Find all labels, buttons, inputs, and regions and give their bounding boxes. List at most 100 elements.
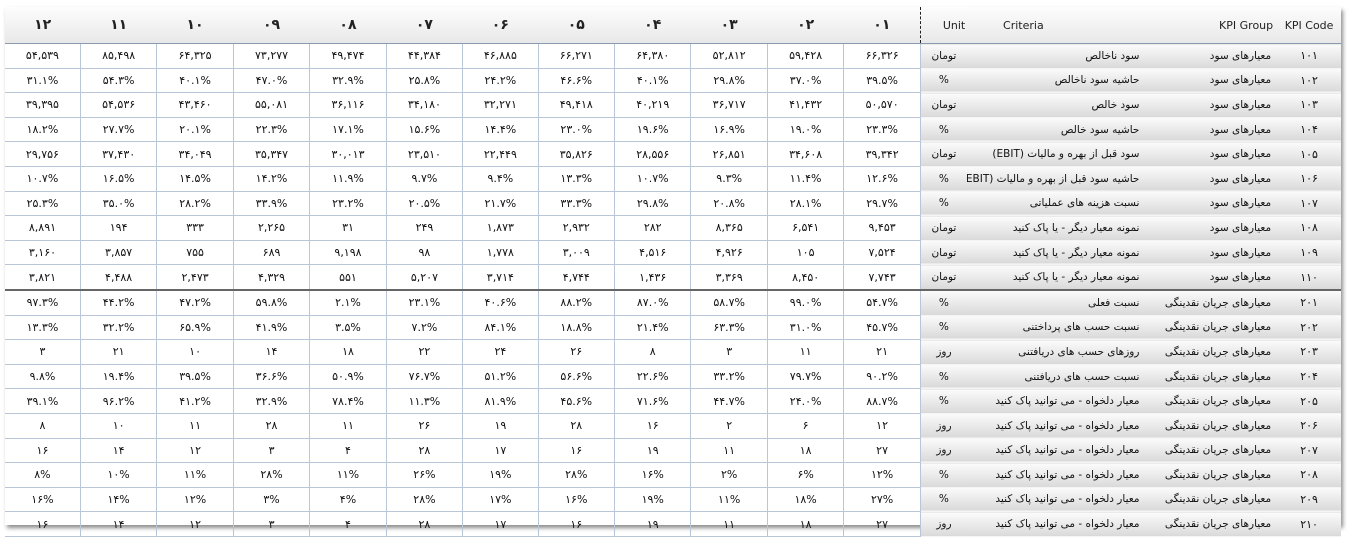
period-header[interactable]: ۱۰ xyxy=(156,7,234,44)
value-cell[interactable]: ۲۰.۸% xyxy=(690,191,768,217)
value-cell[interactable]: ۲۸ xyxy=(538,413,616,439)
value-cell[interactable]: ۶ xyxy=(767,413,845,439)
kpi-code-cell[interactable]: ۱۰۹ xyxy=(1277,240,1341,266)
value-cell[interactable]: ۱۶% xyxy=(5,487,81,513)
unit-cell[interactable]: تومان xyxy=(919,240,968,266)
value-cell[interactable]: ۶۳.۳% xyxy=(690,315,768,341)
value-cell[interactable]: ۱۶% xyxy=(614,462,692,488)
period-header[interactable]: ۱۲ xyxy=(5,7,81,44)
value-cell[interactable]: ۳۷,۴۳۰ xyxy=(80,141,158,167)
criteria-cell[interactable]: روزهای حسب های دریافتنی xyxy=(967,339,1146,365)
kpi-code-cell[interactable]: ۲۰۶ xyxy=(1277,413,1341,439)
value-cell[interactable]: ۵۴.۷% xyxy=(843,289,921,316)
value-cell[interactable]: ۳۳.۳% xyxy=(538,191,616,217)
value-cell[interactable]: ۱۲% xyxy=(843,462,921,488)
value-cell[interactable]: ۲۰.۱% xyxy=(156,117,234,143)
unit-cell[interactable]: % xyxy=(919,364,968,390)
value-cell[interactable]: ۹۰.۲% xyxy=(843,364,921,390)
table-row[interactable]: ۱۶ ۱۴ ۱۲ ۳ ۴ ۲۸ ۱۷ ۱۶ ۱۹ ۱۱ ۱۸ ۲۷ روز معیار دلخواه - … xyxy=(5,438,1341,464)
kpi-group-cell[interactable]: معیارهای سود xyxy=(1145,68,1278,94)
kpi-code-cell[interactable]: ۲۰۷ xyxy=(1277,438,1341,464)
table-row[interactable]: ۳۹,۳۹۵ ۵۴,۵۳۶ ۴۳,۴۶۰ ۵۵,۰۸۱ ۳۶,۱۱۶ ۳۴,۱۸۰ ۳۲,۲… xyxy=(5,92,1341,118)
value-cell[interactable]: ۴۰.۱% xyxy=(156,68,234,94)
table-row[interactable]: ۸ ۱۰ ۱۱ ۲۸ ۱۱ ۲۶ ۱۹ ۲۸ ۱۶ ۲ ۶ ۱۲ روز معیار دلخواه - م… xyxy=(5,413,1341,439)
unit-cell[interactable]: % xyxy=(919,487,968,513)
table-row[interactable]: ۹۷.۳% ۴۴.۲% ۴۷.۲% ۵۹.۸% ۲.۱% ۲۳.۱% ۴۰.۶% ۸۸.۲% ۸… xyxy=(5,289,1341,316)
table-row[interactable]: ۱۰.۷% ۱۶.۵% ۱۴.۵% ۱۴.۲% ۱۱.۹% ۹.۷% ۹.۴% ۱۳.۳% ۱۰… xyxy=(5,166,1341,192)
table-row[interactable]: ۳ ۲۱ ۱۰ ۱۴ ۱۸ ۲۲ ۲۴ ۲۶ ۸ ۳ ۱۱ ۲۱ روز روزهای حسب های د… xyxy=(5,339,1341,365)
kpi-group-cell[interactable]: معیارهای سود xyxy=(1145,92,1278,118)
unit-cell[interactable]: % xyxy=(919,388,968,414)
value-cell[interactable]: ۳۲.۲% xyxy=(80,315,158,341)
criteria-cell[interactable]: حاشیه سود خالص xyxy=(967,117,1146,143)
unit-cell[interactable]: % xyxy=(919,462,968,488)
value-cell[interactable]: ۴۱,۴۳۲ xyxy=(767,92,845,118)
value-cell[interactable]: ۹.۳% xyxy=(690,166,768,192)
value-cell[interactable]: ۲۸ xyxy=(386,511,464,537)
value-cell[interactable]: ۵۱.۲% xyxy=(462,364,539,390)
value-cell[interactable]: ۴۱.۹% xyxy=(233,315,311,341)
unit-cell[interactable]: % xyxy=(919,68,968,94)
value-cell[interactable]: ۳۵,۸۲۶ xyxy=(538,141,616,167)
value-cell[interactable]: ۲۸,۵۵۶ xyxy=(614,141,692,167)
value-cell[interactable]: ۱۱ xyxy=(767,339,845,365)
kpi-code-cell[interactable]: ۱۰۷ xyxy=(1277,191,1341,217)
value-cell[interactable]: ۱۱.۳% xyxy=(386,388,464,414)
kpi-code-cell[interactable]: ۱۰۳ xyxy=(1277,92,1341,118)
unit-cell[interactable]: تومان xyxy=(919,141,968,167)
criteria-column-header[interactable]: Criteria xyxy=(967,7,1146,44)
value-cell[interactable]: ۴ xyxy=(309,438,387,464)
value-cell[interactable]: ۳۷.۰% xyxy=(767,68,845,94)
value-cell[interactable]: ۱۸% xyxy=(767,487,845,513)
value-cell[interactable]: ۳ xyxy=(690,339,768,365)
period-header[interactable]: ۰۷ xyxy=(386,7,463,44)
criteria-cell[interactable]: نسبت حسب های پرداختنی xyxy=(967,315,1146,341)
kpi-code-cell[interactable]: ۲۰۹ xyxy=(1277,487,1341,513)
value-cell[interactable]: ۱۹ xyxy=(614,438,692,464)
value-cell[interactable]: ۴۴,۳۸۴ xyxy=(386,43,464,69)
value-cell[interactable]: ۱۸ xyxy=(767,511,845,537)
value-cell[interactable]: ۴۹,۴۷۴ xyxy=(309,43,387,69)
criteria-cell[interactable]: سود خالص xyxy=(967,92,1146,118)
kpi-group-cell[interactable]: معیارهای سود xyxy=(1145,43,1278,69)
value-cell[interactable]: ۴ xyxy=(309,511,387,537)
value-cell[interactable]: ۴۴.۲% xyxy=(80,289,158,316)
value-cell[interactable]: ۵۲,۸۱۲ xyxy=(690,43,768,69)
value-cell[interactable]: ۱۷ xyxy=(462,438,539,464)
value-cell[interactable]: ۲,۹۳۲ xyxy=(538,215,616,241)
period-header[interactable]: ۰۸ xyxy=(309,7,387,44)
table-row[interactable]: ۳۹.۱% ۹۶.۲% ۴۱.۲% ۳۲.۹% ۷۸.۴% ۱۱.۳% ۸۱.۹% ۴۵.۶%… xyxy=(5,388,1341,414)
value-cell[interactable]: ۲۱ xyxy=(80,339,158,365)
value-cell[interactable]: ۹.۷% xyxy=(386,166,464,192)
kpi-group-cell[interactable]: معیارهای جریان نقدینگی xyxy=(1145,413,1278,439)
value-cell[interactable]: ۱۶ xyxy=(614,413,692,439)
value-cell[interactable]: ۱۹۴ xyxy=(80,215,158,241)
criteria-cell[interactable]: نسبت حسب های دریافتنی xyxy=(967,364,1146,390)
value-cell[interactable]: ۱۲% xyxy=(156,487,234,513)
period-header[interactable]: ۰۳ xyxy=(690,7,768,44)
value-cell[interactable]: ۲۸% xyxy=(233,462,311,488)
value-cell[interactable]: ۴% xyxy=(309,487,387,513)
value-cell[interactable]: ۲۷.۷% xyxy=(80,117,158,143)
kpi-group-cell[interactable]: معیارهای جریان نقدینگی xyxy=(1145,462,1278,488)
value-cell[interactable]: ۶,۵۴۱ xyxy=(767,215,845,241)
value-cell[interactable]: ۲۱.۷% xyxy=(462,191,539,217)
value-cell[interactable]: ۲۹.۸% xyxy=(614,191,692,217)
value-cell[interactable]: ۷۹.۷% xyxy=(767,364,845,390)
value-cell[interactable]: ۵۵۱ xyxy=(309,264,387,291)
value-cell[interactable]: ۱۶ xyxy=(5,511,81,537)
value-cell[interactable]: ۳۵,۳۴۷ xyxy=(233,141,311,167)
kpi-code-cell[interactable]: ۲۰۴ xyxy=(1277,364,1341,390)
value-cell[interactable]: ۱,۷۷۸ xyxy=(462,240,539,266)
kpi-code-cell[interactable]: ۲۰۳ xyxy=(1277,339,1341,365)
table-row[interactable]: ۸,۸۹۱ ۱۹۴ ۳۳۳ ۲,۲۶۵ ۳۱ ۲۴۹ ۱,۸۷۳ ۲,۹۳۲ ۲۸۲ ۸,۳۶۵ ۶… xyxy=(5,215,1341,241)
value-cell[interactable]: ۱۰ xyxy=(156,339,234,365)
value-cell[interactable]: ۷۸.۴% xyxy=(309,388,387,414)
value-cell[interactable]: ۲۶ xyxy=(386,413,464,439)
unit-cell[interactable]: % xyxy=(919,315,968,341)
value-cell[interactable]: ۵۹,۴۲۸ xyxy=(767,43,845,69)
value-cell[interactable]: ۲۸ xyxy=(386,438,464,464)
criteria-cell[interactable]: معیار دلخواه - می توانید پاک کنید xyxy=(967,388,1146,414)
value-cell[interactable]: ۲۵.۸% xyxy=(386,68,464,94)
value-cell[interactable]: ۲۳,۵۱۰ xyxy=(386,141,464,167)
